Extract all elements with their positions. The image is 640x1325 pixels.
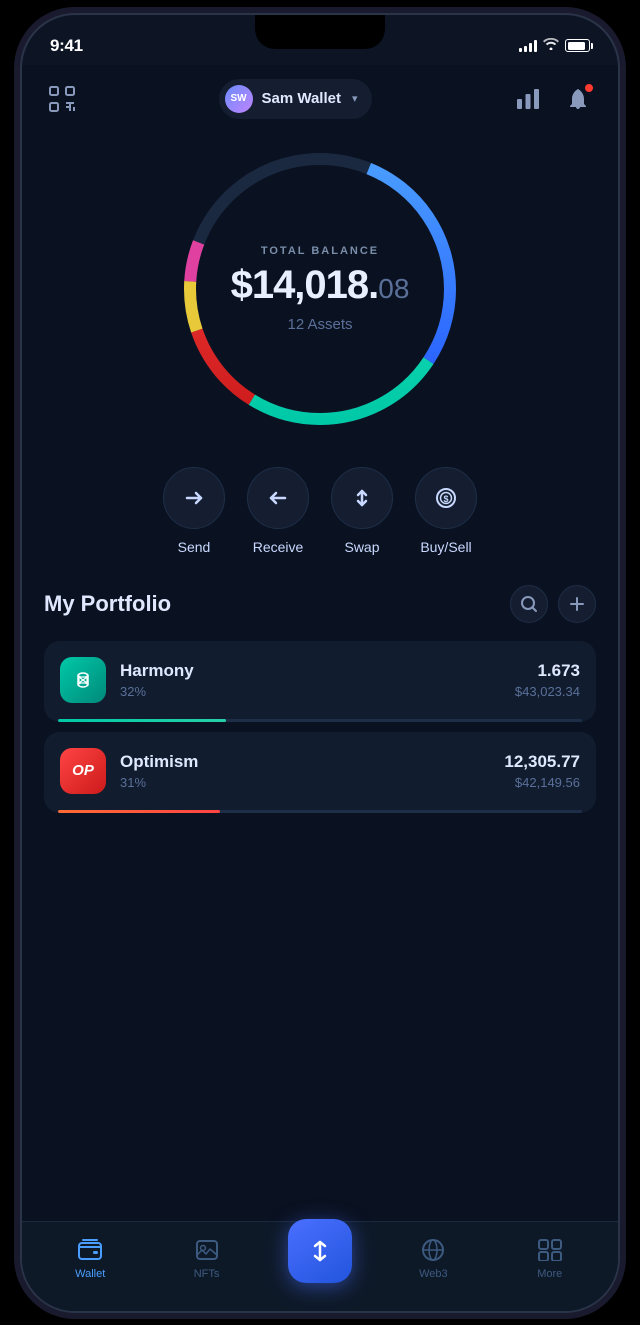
balance-cents: 08 [378, 273, 409, 305]
web3-nav-label: Web3 [419, 1268, 448, 1280]
swap-icon [331, 467, 393, 529]
optimism-progress-fill [58, 810, 220, 813]
harmony-progress-bar [58, 719, 582, 722]
avatar: SW [225, 85, 253, 113]
portfolio-actions [510, 585, 596, 623]
balance-chart: TOTAL BALANCE $14,018. 08 12 Assets [22, 129, 618, 459]
receive-button[interactable]: Receive [247, 467, 309, 555]
harmony-info: Harmony 32% [120, 661, 501, 699]
signal-icon [519, 40, 537, 52]
wallet-nav-icon [77, 1237, 103, 1263]
portfolio-section: My Portfolio [22, 575, 618, 813]
notch [255, 15, 385, 49]
search-button[interactable] [510, 585, 548, 623]
optimism-icon: OP [60, 748, 106, 794]
notification-button[interactable] [560, 81, 596, 117]
buysell-button[interactable]: $ Buy/Sell [415, 467, 477, 555]
app-content: SW Sam Wallet ▾ [22, 65, 618, 1311]
chevron-down-icon: ▾ [352, 92, 358, 105]
nav-wallet[interactable]: Wallet [55, 1237, 125, 1280]
header: SW Sam Wallet ▾ [22, 65, 618, 129]
balance-main: $14,018. [231, 263, 379, 308]
send-label: Send [178, 539, 211, 555]
wallet-name: Sam Wallet [262, 90, 341, 107]
optimism-amount: 12,305.77 [504, 752, 580, 772]
harmony-values: 1.673 $43,023.34 [515, 661, 580, 699]
svg-text:$: $ [443, 494, 448, 504]
action-buttons: Send Receive [22, 459, 618, 575]
send-icon [163, 467, 225, 529]
swap-label: Swap [344, 539, 379, 555]
add-asset-button[interactable] [558, 585, 596, 623]
optimism-percent: 31% [120, 775, 490, 790]
receive-icon [247, 467, 309, 529]
harmony-icon [60, 657, 106, 703]
harmony-name: Harmony [120, 661, 501, 681]
header-right [510, 81, 596, 117]
asset-row: OP Optimism 31% 12,305.77 $42,149.56 [60, 748, 580, 810]
balance-amount: $14,018. 08 [231, 263, 410, 308]
asset-item-harmony[interactable]: Harmony 32% 1.673 $43,023.34 [44, 641, 596, 722]
status-time: 9:41 [50, 36, 83, 56]
receive-label: Receive [253, 539, 304, 555]
more-nav-label: More [537, 1268, 562, 1280]
balance-label: TOTAL BALANCE [231, 245, 410, 257]
optimism-usd: $42,149.56 [504, 775, 580, 790]
nfts-nav-icon [194, 1237, 220, 1263]
harmony-amount: 1.673 [515, 661, 580, 681]
asset-row: Harmony 32% 1.673 $43,023.34 [60, 657, 580, 719]
nav-web3[interactable]: Web3 [398, 1237, 468, 1280]
portfolio-title: My Portfolio [44, 591, 171, 617]
status-icons [519, 38, 590, 53]
chart-icon[interactable] [510, 81, 546, 117]
battery-icon [565, 39, 590, 52]
circle-wrapper: TOTAL BALANCE $14,018. 08 12 Assets [170, 139, 470, 439]
scan-icon[interactable] [44, 81, 80, 117]
asset-item-optimism[interactable]: OP Optimism 31% 12,305.77 $42,149.56 [44, 732, 596, 813]
harmony-usd: $43,023.34 [515, 684, 580, 699]
notification-badge [584, 83, 594, 93]
buysell-label: Buy/Sell [420, 539, 471, 555]
more-nav-icon [537, 1237, 563, 1263]
nav-more[interactable]: More [515, 1237, 585, 1280]
harmony-percent: 32% [120, 684, 501, 699]
assets-count: 12 Assets [231, 316, 410, 333]
send-button[interactable]: Send [163, 467, 225, 555]
portfolio-header: My Portfolio [44, 585, 596, 623]
phone-shell: 9:41 [20, 13, 620, 1313]
optimism-progress-bar [58, 810, 582, 813]
buysell-icon: $ [415, 467, 477, 529]
optimism-info: Optimism 31% [120, 752, 490, 790]
wallet-nav-label: Wallet [75, 1268, 105, 1280]
swap-button[interactable]: Swap [331, 467, 393, 555]
nav-nfts[interactable]: NFTs [172, 1237, 242, 1280]
web3-nav-icon [420, 1237, 446, 1263]
bottom-nav: Wallet NFTs [22, 1221, 618, 1311]
optimism-values: 12,305.77 $42,149.56 [504, 752, 580, 790]
nfts-nav-label: NFTs [194, 1268, 220, 1280]
harmony-progress-fill [58, 719, 226, 722]
wifi-icon [543, 38, 559, 53]
center-action-button[interactable] [288, 1219, 352, 1283]
balance-center: TOTAL BALANCE $14,018. 08 12 Assets [231, 245, 410, 333]
wallet-selector[interactable]: SW Sam Wallet ▾ [219, 79, 372, 119]
optimism-name: Optimism [120, 752, 490, 772]
